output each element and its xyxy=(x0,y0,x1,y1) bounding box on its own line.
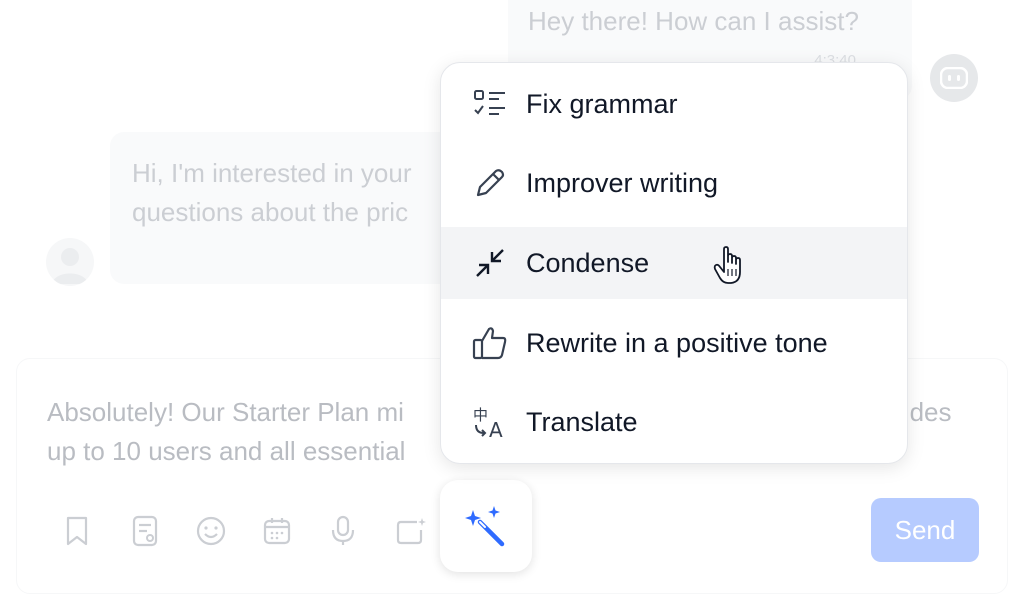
menu-item-label: Condense xyxy=(526,247,650,278)
checklist-icon xyxy=(471,85,509,123)
file-icon[interactable] xyxy=(127,513,163,549)
image-sparkle-icon[interactable] xyxy=(393,513,429,549)
menu-item-fix-grammar[interactable]: Fix grammar xyxy=(441,68,907,140)
emoji-icon[interactable] xyxy=(193,513,229,549)
microphone-icon[interactable] xyxy=(325,513,361,549)
bot-avatar xyxy=(930,54,978,102)
condense-arrows-icon xyxy=(471,244,509,282)
menu-item-positive-tone[interactable]: Rewrite in a positive tone xyxy=(441,307,907,379)
menu-item-label: Improver writing xyxy=(526,167,719,198)
menu-item-label: Translate xyxy=(526,406,638,437)
calendar-icon[interactable] xyxy=(259,513,295,549)
send-button[interactable]: Send xyxy=(871,498,979,562)
thumbs-up-icon xyxy=(471,324,509,362)
hand-cursor-icon xyxy=(712,246,746,286)
ai-writing-menu: Fix grammar Improver writing Condense Re… xyxy=(440,62,908,464)
menu-item-condense[interactable]: Condense xyxy=(441,227,907,299)
menu-item-label: Rewrite in a positive tone xyxy=(526,327,828,358)
bookmark-icon[interactable] xyxy=(59,513,95,549)
robot-icon xyxy=(940,67,968,89)
menu-item-translate[interactable]: 中A Translate xyxy=(441,386,907,458)
person-icon xyxy=(52,248,88,284)
svg-text:A: A xyxy=(489,418,503,439)
pencil-icon xyxy=(471,164,509,202)
magic-wand-icon xyxy=(465,506,505,547)
bot-message-text: Hey there! How can I assist? xyxy=(528,6,859,36)
user-avatar xyxy=(46,238,94,286)
ai-assist-button[interactable] xyxy=(440,480,532,572)
svg-text:中: 中 xyxy=(473,406,488,424)
translate-icon: 中A xyxy=(471,403,509,441)
menu-item-improve-writing[interactable]: Improver writing xyxy=(441,147,907,219)
menu-item-label: Fix grammar xyxy=(526,88,678,119)
